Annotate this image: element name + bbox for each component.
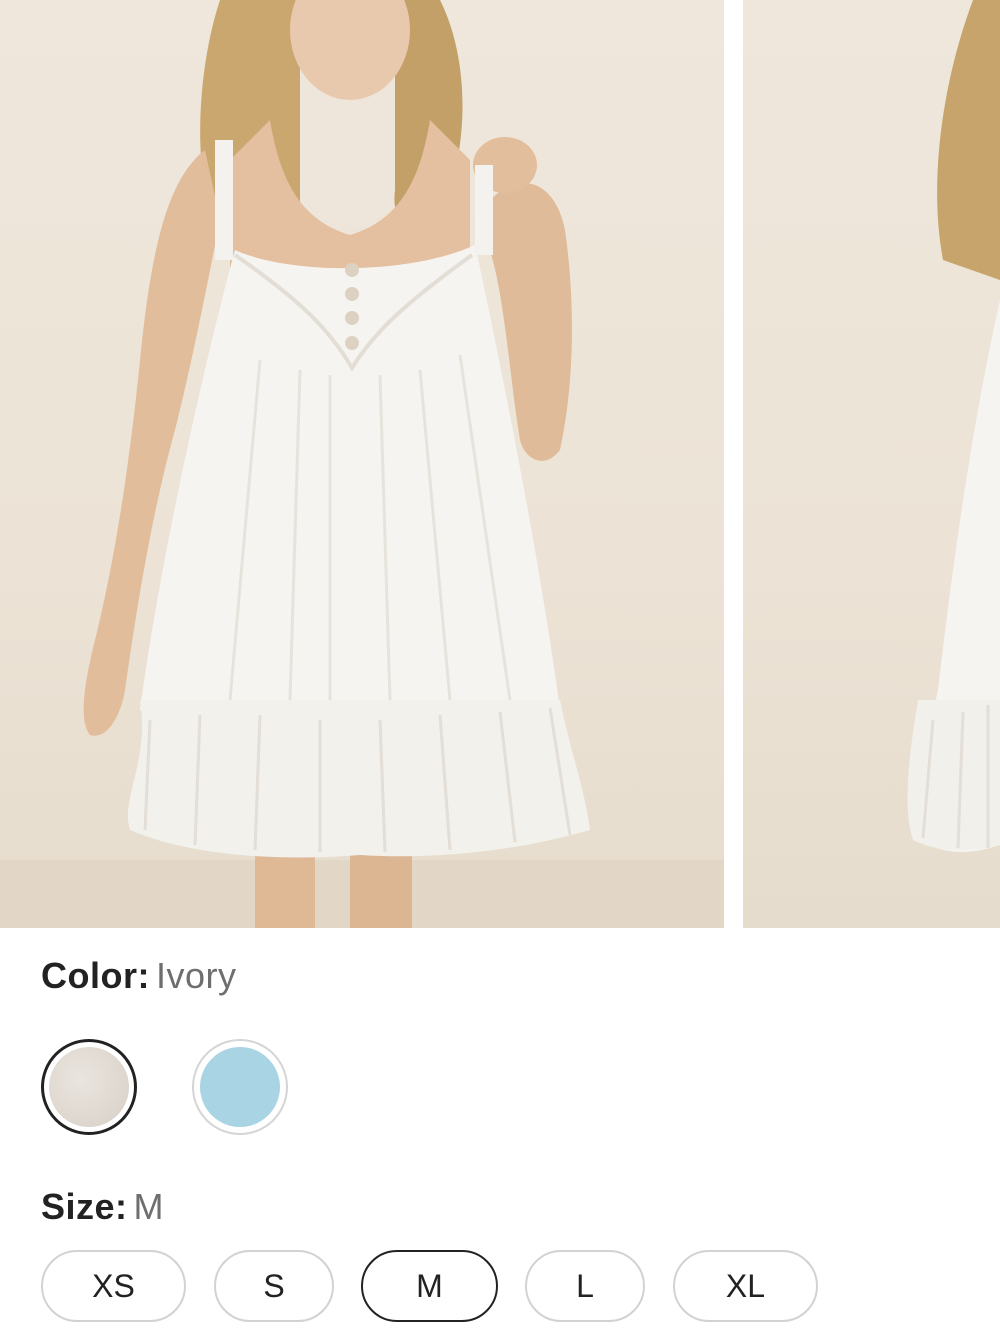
size-value: M bbox=[133, 1186, 165, 1227]
product-photo-next-illustration bbox=[907, 0, 1000, 852]
size-label: Size: bbox=[41, 1186, 128, 1227]
color-swatch-blue[interactable] bbox=[192, 1039, 288, 1135]
size-selector-label: Size: M bbox=[41, 1186, 164, 1228]
color-swatch-ivory[interactable] bbox=[41, 1039, 137, 1135]
size-option-l[interactable]: L bbox=[525, 1250, 645, 1322]
product-image-gallery[interactable] bbox=[0, 0, 1000, 928]
product-photo-next[interactable] bbox=[743, 0, 1000, 928]
product-photo-illustration bbox=[0, 0, 724, 928]
color-swatch-blue-fill bbox=[200, 1047, 280, 1127]
color-selector-label: Color: Ivory bbox=[41, 955, 237, 997]
product-photo-main[interactable] bbox=[0, 0, 724, 928]
size-option-m[interactable]: M bbox=[361, 1250, 498, 1322]
size-option-xl[interactable]: XL bbox=[673, 1250, 818, 1322]
color-value: Ivory bbox=[155, 955, 237, 996]
color-label: Color: bbox=[41, 955, 150, 996]
color-swatch-ivory-fill bbox=[49, 1047, 129, 1127]
size-option-xs[interactable]: XS bbox=[41, 1250, 186, 1322]
size-option-s[interactable]: S bbox=[214, 1250, 334, 1322]
